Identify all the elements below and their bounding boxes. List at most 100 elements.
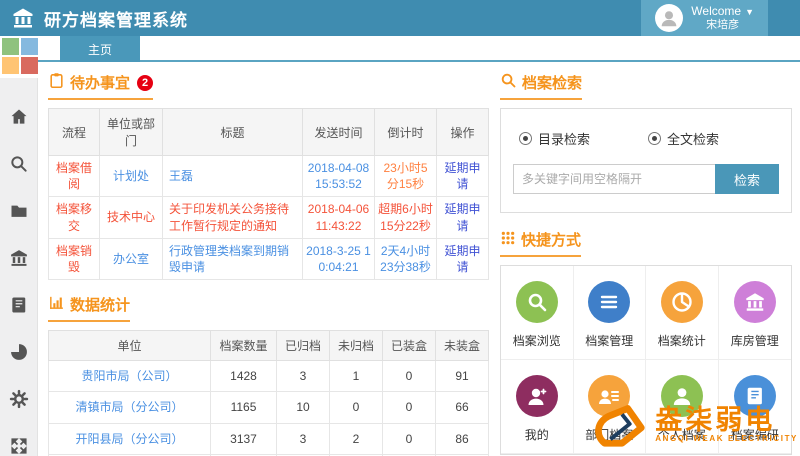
todo-header-row: 流程 单位或部门 标题 发送时间 倒计时 操作 xyxy=(49,109,489,156)
todo-cell-countdown: 23小时5分15秒 xyxy=(375,156,437,197)
todo-cell-time: 2018-3-25 10:04:21 xyxy=(303,238,375,279)
watermark-logo-icon xyxy=(593,395,651,454)
search-mode-radios: 目录检索 全文检索 xyxy=(513,129,779,148)
stats-unit-link[interactable]: 开阳县局（分公司） xyxy=(49,423,211,454)
app-logo[interactable] xyxy=(0,36,38,78)
todo-cell-flow: 档案销毁 xyxy=(49,238,100,279)
stats-col-unboxed: 未装盒 xyxy=(436,331,489,361)
bank-icon xyxy=(734,281,776,323)
watermark: 盎柒弱电 ANGQI WEAK ELECTRICITY xyxy=(593,395,798,454)
sidebar-nav xyxy=(0,78,37,456)
pie-chart-icon[interactable] xyxy=(8,341,30,363)
stats-value: 3137 xyxy=(211,423,277,454)
shortcuts-section-head: 快捷方式 xyxy=(500,229,792,257)
stats-col-unfiled: 未归档 xyxy=(330,331,383,361)
shortcut-label: 档案浏览 xyxy=(513,332,561,349)
todo-cell-dept: 计划处 xyxy=(100,156,163,197)
shortcut-list[interactable]: 档案管理 xyxy=(574,266,647,360)
sidebar xyxy=(0,36,38,456)
todo-row: 档案销毁办公室行政管理类档案到期销毁申请2018-3-25 10:04:212天… xyxy=(49,238,489,279)
search-input[interactable] xyxy=(513,164,715,194)
search-title: 档案检索 xyxy=(522,72,582,93)
stats-col-unit: 单位 xyxy=(49,331,211,361)
shortcut-bank[interactable]: 库房管理 xyxy=(719,266,792,360)
shortcuts-title: 快捷方式 xyxy=(521,229,581,250)
todo-cell-time: 2018-04-06 11:43:22 xyxy=(303,197,375,238)
stats-value: 3 xyxy=(277,361,330,392)
user-menu[interactable]: Welcome ▼ 宋培彦 xyxy=(641,0,768,36)
shortcut-label: 档案统计 xyxy=(658,332,706,349)
todo-cell-subject[interactable]: 关于印发机关公务接待工作暂行规定的通知 xyxy=(163,197,303,238)
watermark-en: ANGQI WEAK ELECTRICITY xyxy=(655,434,798,443)
user-plus-icon xyxy=(516,375,558,417)
todo-col-action: 操作 xyxy=(437,109,489,156)
todo-cell-action[interactable]: 延期申请 xyxy=(437,238,489,279)
stats-value: 2 xyxy=(330,423,383,454)
stats-section-head: 数据统计 xyxy=(48,294,488,322)
folder-icon[interactable] xyxy=(8,200,30,222)
clipboard-icon xyxy=(48,72,65,93)
pie-icon xyxy=(661,281,703,323)
stats-value: 0 xyxy=(383,361,436,392)
stats-col-filed: 已归档 xyxy=(277,331,330,361)
tab-bar: 主页 xyxy=(38,36,800,62)
tab-home[interactable]: 主页 xyxy=(60,36,140,62)
search-section-head: 档案检索 xyxy=(500,72,792,100)
todo-col-countdown: 倒计时 xyxy=(375,109,437,156)
todo-cell-dept: 技术中心 xyxy=(100,197,163,238)
search-input-row: 检索 xyxy=(513,164,779,194)
shortcut-search[interactable]: 档案浏览 xyxy=(501,266,574,360)
stats-value: 86 xyxy=(436,423,489,454)
stats-title: 数据统计 xyxy=(70,294,130,315)
radio-fulltext-search[interactable]: 全文检索 xyxy=(648,129,719,148)
stats-row: 贵阳市局（公司）142831091 xyxy=(49,361,489,392)
shortcut-pie[interactable]: 档案统计 xyxy=(646,266,719,360)
todo-cell-flow: 档案移交 xyxy=(49,197,100,238)
stats-value: 0 xyxy=(383,392,436,423)
stats-unit-link[interactable]: 清镇市局（分公司） xyxy=(49,392,211,423)
todo-row: 档案借阅计划处王磊2018-04-08 15:53:5223小时5分15秒延期申… xyxy=(49,156,489,197)
shortcut-label: 我的 xyxy=(525,426,549,443)
left-column: 待办事宜 2 流程 单位或部门 标题 发送时间 倒计时 操作 档案借阅计划处王磊… xyxy=(48,70,488,456)
search-button[interactable]: 检索 xyxy=(715,164,779,194)
bank-icon[interactable] xyxy=(8,247,30,269)
stats-value: 3 xyxy=(277,423,330,454)
radio-icon xyxy=(519,132,532,145)
gear-icon[interactable] xyxy=(8,388,30,410)
todo-cell-countdown: 2天4小时23分38秒 xyxy=(375,238,437,279)
radio-catalog-search[interactable]: 目录检索 xyxy=(519,129,590,148)
logo-square-blue xyxy=(21,38,38,55)
todo-cell-flow: 档案借阅 xyxy=(49,156,100,197)
list-icon xyxy=(588,281,630,323)
book-icon[interactable] xyxy=(8,294,30,316)
todo-table: 流程 单位或部门 标题 发送时间 倒计时 操作 档案借阅计划处王磊2018-04… xyxy=(48,108,489,280)
radio-catalog-label: 目录检索 xyxy=(538,129,590,148)
stats-row: 开阳县局（分公司）313732086 xyxy=(49,423,489,454)
home-icon[interactable] xyxy=(8,106,30,128)
todo-cell-action[interactable]: 延期申请 xyxy=(437,197,489,238)
logo-square-green xyxy=(2,38,19,55)
stats-header-row: 单位 档案数量 已归档 未归档 已装盒 未装盒 xyxy=(49,331,489,361)
stats-value: 0 xyxy=(330,392,383,423)
search-icon xyxy=(516,281,558,323)
brand: 研方档案管理系统 xyxy=(0,6,188,31)
app-title: 研方档案管理系统 xyxy=(44,6,188,31)
shortcut-user-plus[interactable]: 我的 xyxy=(501,360,574,454)
stats-value: 66 xyxy=(436,392,489,423)
todo-col-time: 发送时间 xyxy=(303,109,375,156)
search-panel: 目录检索 全文检索 检索 xyxy=(500,108,792,213)
todo-cell-subject[interactable]: 王磊 xyxy=(163,156,303,197)
stats-unit-link[interactable]: 贵阳市局（公司） xyxy=(49,361,211,392)
shortcut-label: 库房管理 xyxy=(731,332,779,349)
todo-cell-action[interactable]: 延期申请 xyxy=(437,156,489,197)
stats-value: 0 xyxy=(383,423,436,454)
stats-value: 1428 xyxy=(211,361,277,392)
search-icon[interactable] xyxy=(8,153,30,175)
todo-cell-countdown: 超期6小时15分22秒 xyxy=(375,197,437,238)
todo-cell-subject[interactable]: 行政管理类档案到期销毁申请 xyxy=(163,238,303,279)
shortcut-label: 档案管理 xyxy=(585,332,633,349)
stats-value: 10 xyxy=(277,392,330,423)
todo-count-badge: 2 xyxy=(137,75,153,91)
expand-icon[interactable] xyxy=(8,435,30,456)
app-root: 研方档案管理系统 Welcome ▼ 宋培彦 xyxy=(0,0,800,456)
